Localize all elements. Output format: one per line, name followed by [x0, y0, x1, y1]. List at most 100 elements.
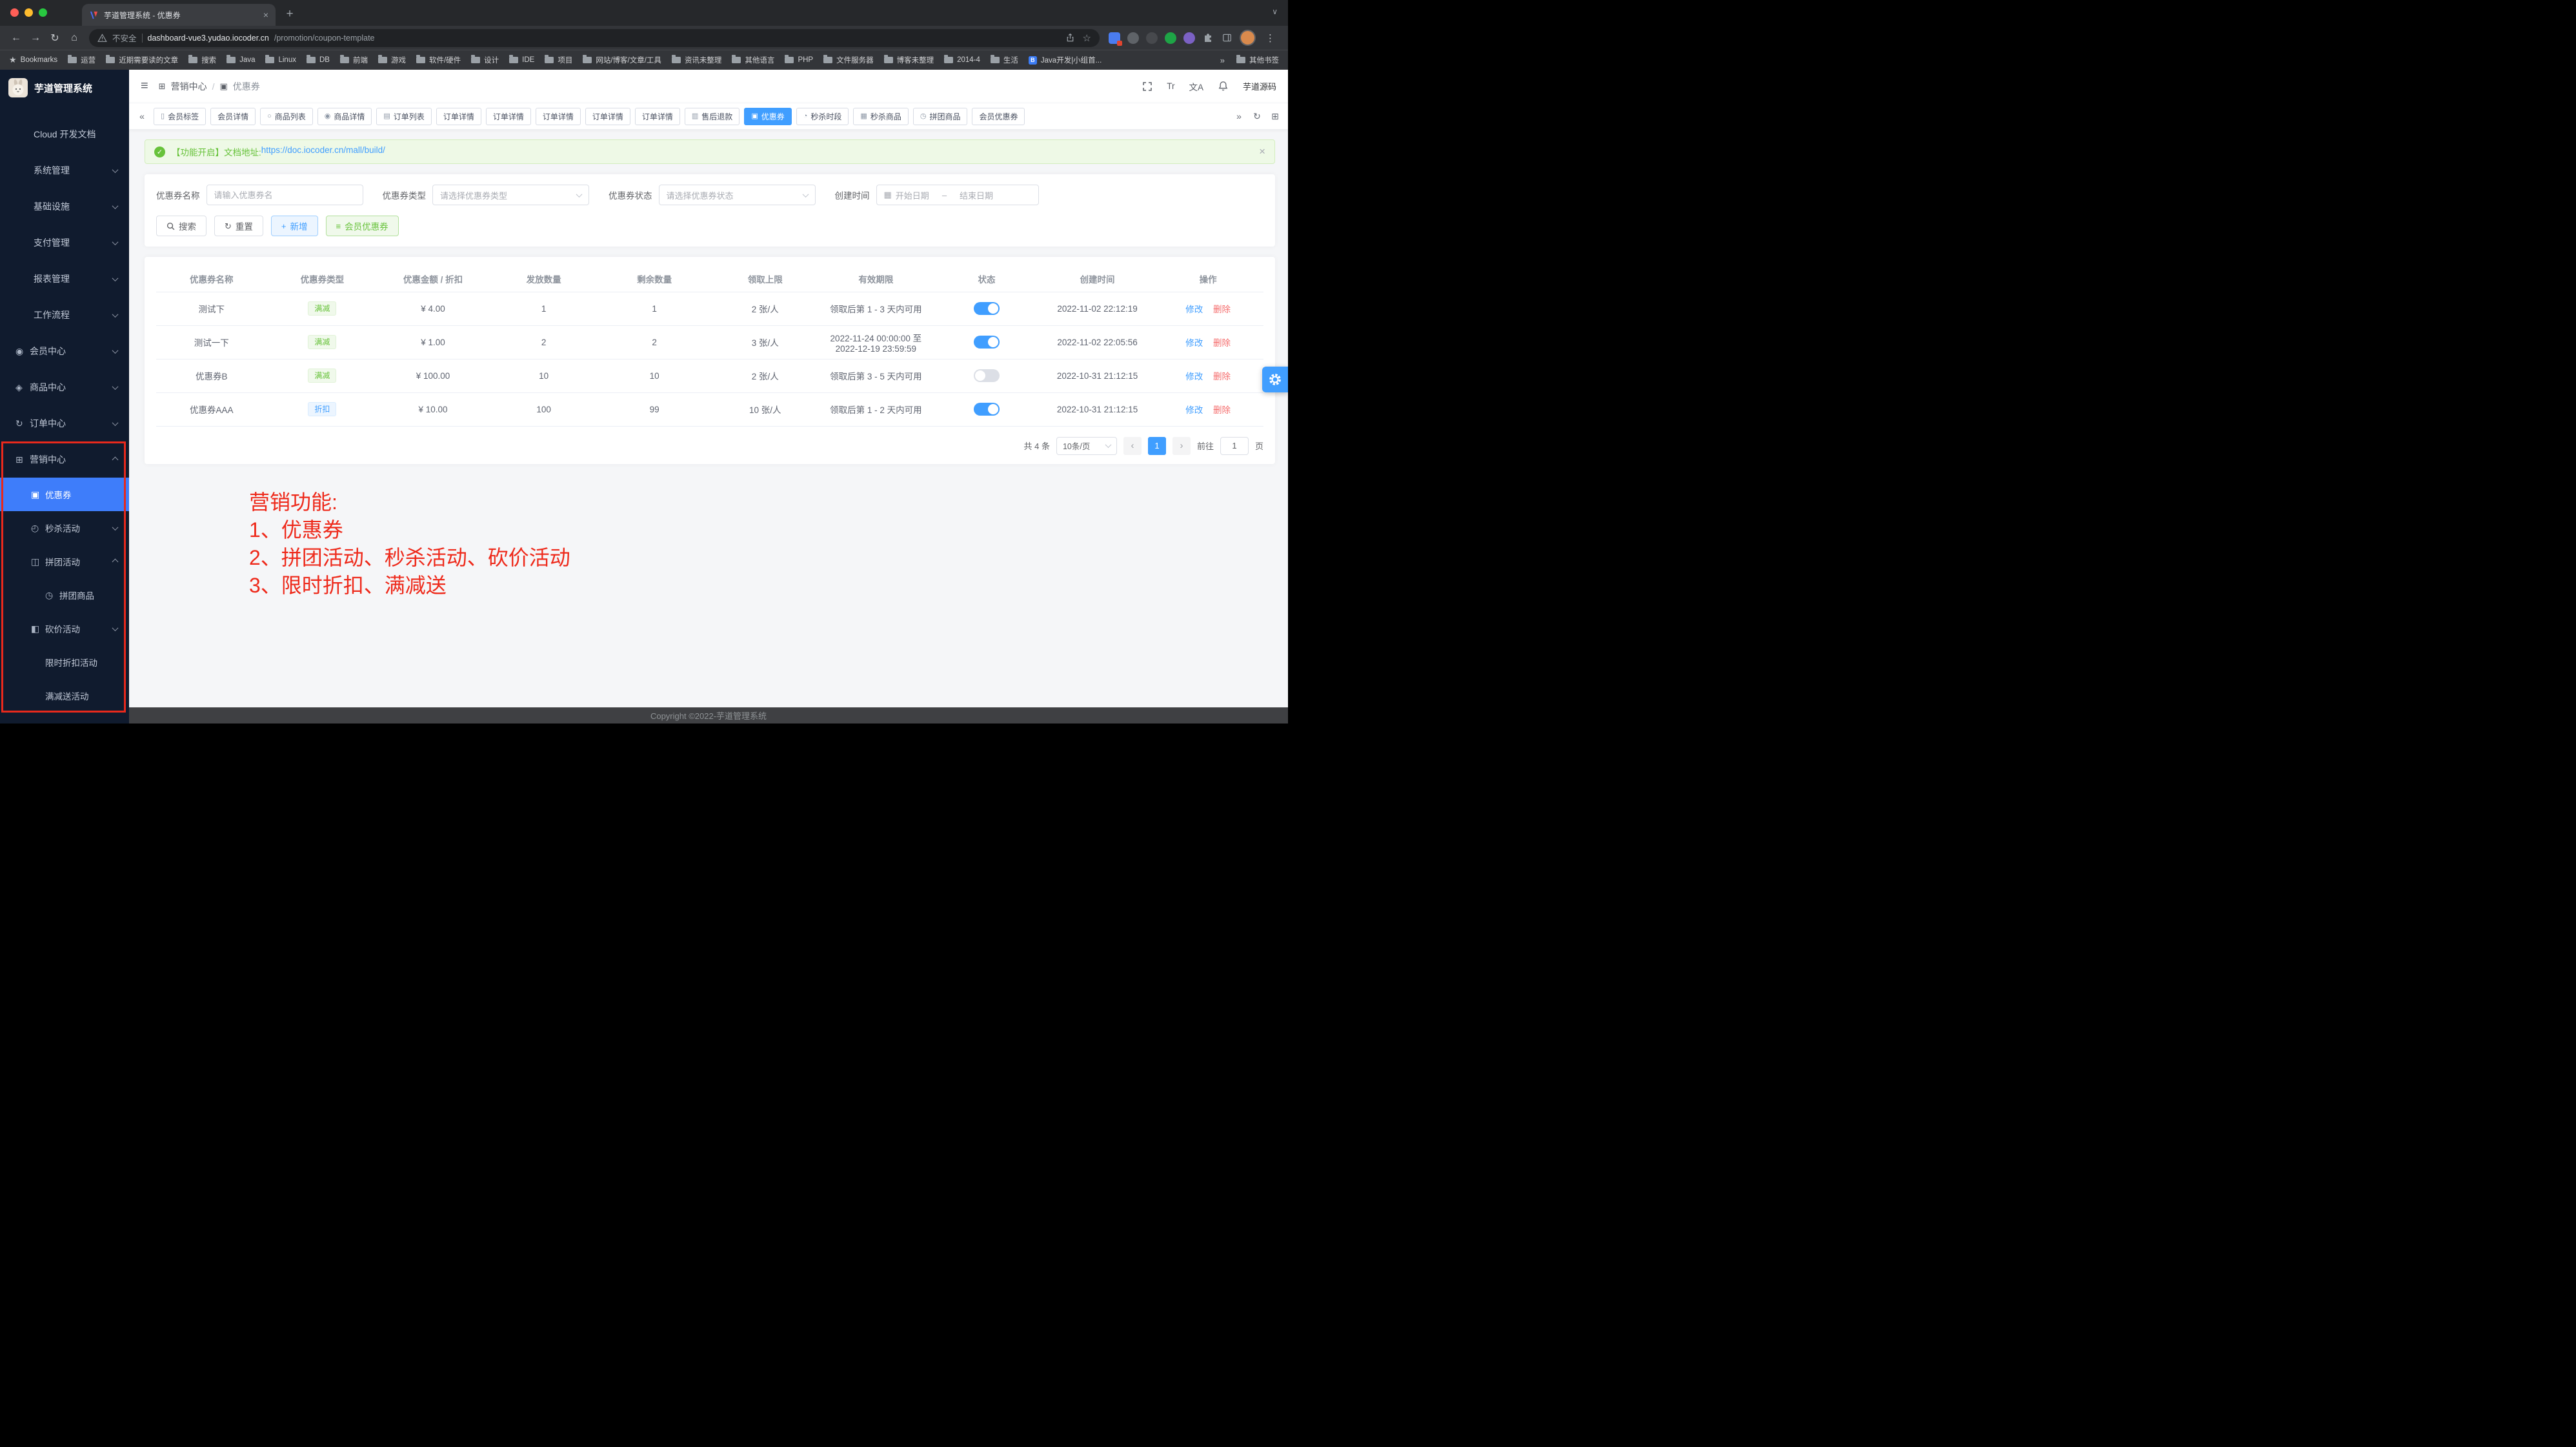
coupon-name-input[interactable] — [214, 190, 356, 200]
reload-icon[interactable]: ↻ — [45, 28, 65, 48]
font-size-icon[interactable]: Tr — [1167, 81, 1174, 91]
zoom-window-button[interactable] — [39, 8, 47, 17]
breadcrumb-first[interactable]: 营销中心 — [171, 80, 207, 93]
sidebar-item-cloud-docs[interactable]: Cloud 开发文档 — [0, 116, 129, 152]
extension-icon[interactable] — [1146, 32, 1158, 44]
edit-link[interactable]: 修改 — [1185, 405, 1203, 415]
browser-tab[interactable]: 芋道管理系统 - 优惠券 × — [82, 4, 276, 26]
bookmark-item[interactable]: Linux — [265, 56, 296, 64]
next-page-button[interactable]: › — [1172, 437, 1191, 455]
delete-link[interactable]: 删除 — [1213, 305, 1231, 314]
sidebar-item-order-center[interactable]: ↻订单中心 — [0, 405, 129, 441]
search-button[interactable]: 搜索 — [156, 216, 206, 236]
current-page-button[interactable]: 1 — [1148, 437, 1166, 455]
bookmark-item[interactable]: IDE — [509, 56, 534, 64]
browser-menu-icon[interactable]: ⋮ — [1263, 32, 1278, 44]
page-tab[interactable]: 订单详情 — [436, 108, 481, 125]
settings-fab[interactable] — [1262, 367, 1288, 392]
bookmark-item[interactable]: 网站/博客/文章/工具 — [583, 55, 661, 65]
sidebar-item-payment[interactable]: 支付管理 — [0, 225, 129, 261]
status-toggle[interactable] — [974, 336, 1000, 349]
extension-icon[interactable] — [1127, 32, 1139, 44]
extension-icon[interactable] — [1183, 32, 1195, 44]
bookmark-item[interactable]: Java — [226, 56, 255, 64]
bookmark-item[interactable]: 软件/硬件 — [416, 55, 461, 65]
bookmarks-root[interactable]: ★ Bookmarks — [9, 55, 57, 65]
alert-doc-link[interactable]: https://doc.iocoder.cn/mall/build/ — [261, 145, 385, 158]
side-panel-icon[interactable] — [1221, 32, 1233, 44]
bell-icon[interactable] — [1218, 81, 1229, 92]
page-tab[interactable]: 优惠券 — [744, 108, 791, 125]
page-tab[interactable]: 订单详情 — [635, 108, 680, 125]
page-tab[interactable]: 会员标签 — [154, 108, 206, 125]
other-bookmarks[interactable]: 其他书签 — [1236, 55, 1279, 65]
member-coupon-button[interactable]: ≡ 会员优惠券 — [326, 216, 399, 236]
back-icon[interactable]: ← — [6, 28, 26, 48]
extension-icon[interactable] — [1165, 32, 1176, 44]
page-tab[interactable]: 订单详情 — [585, 108, 630, 125]
page-tab[interactable]: 售后退款 — [685, 108, 740, 125]
bookmarks-overflow-icon[interactable]: » — [1219, 56, 1226, 65]
delete-link[interactable]: 删除 — [1213, 372, 1231, 381]
bookmark-item[interactable]: 文件服务器 — [823, 55, 874, 65]
user-name[interactable]: 芋道源码 — [1243, 80, 1276, 92]
reset-button[interactable]: ↻ 重置 — [214, 216, 263, 236]
forward-icon[interactable]: → — [26, 28, 45, 48]
page-tab[interactable]: 拼团商品 — [913, 108, 968, 125]
bookmark-item[interactable]: 其他语言 — [732, 55, 774, 65]
close-window-button[interactable] — [10, 8, 19, 17]
url-bar[interactable]: 不安全 dashboard-vue3.yudao.iocoder.cn /pro… — [89, 29, 1100, 47]
date-range-picker[interactable]: ▦ 开始日期 – 结束日期 — [876, 185, 1039, 205]
profile-avatar[interactable] — [1240, 30, 1256, 46]
tags-scroll-left-icon[interactable]: « — [136, 111, 148, 121]
status-toggle[interactable] — [974, 302, 1000, 315]
tags-menu-icon[interactable]: ⊞ — [1269, 111, 1282, 122]
page-tab[interactable]: 订单详情 — [536, 108, 581, 125]
sidebar-item-seckill[interactable]: ◴秒杀活动 — [0, 511, 129, 545]
extensions-puzzle-icon[interactable] — [1202, 32, 1214, 44]
page-tab[interactable]: 会员优惠券 — [972, 108, 1025, 125]
bookmark-item[interactable]: 近期需要读的文章 — [106, 55, 178, 65]
sidebar-item-system[interactable]: 系统管理 — [0, 152, 129, 188]
delete-link[interactable]: 删除 — [1213, 338, 1231, 348]
bookmark-star-icon[interactable]: ☆ — [1083, 32, 1091, 44]
edit-link[interactable]: 修改 — [1185, 372, 1203, 381]
sidebar-item-bargain[interactable]: ◧砍价活动 — [0, 612, 129, 645]
new-tab-button[interactable]: + — [280, 5, 299, 24]
extension-icon[interactable] — [1109, 32, 1120, 44]
page-tab[interactable]: 订单详情 — [486, 108, 531, 125]
bookmark-item[interactable]: 项目 — [545, 55, 572, 65]
page-tab[interactable]: 会员详情 — [210, 108, 256, 125]
coupon-status-select[interactable]: 请选择优惠券状态 — [659, 185, 816, 205]
page-tab[interactable]: 商品详情 — [317, 108, 372, 125]
sidebar-item-coupon[interactable]: ▣优惠券 — [0, 478, 129, 511]
share-icon[interactable] — [1065, 33, 1075, 43]
language-icon[interactable]: 文A — [1189, 80, 1203, 93]
page-tab[interactable]: 秒杀时段 — [796, 108, 849, 125]
sidebar-item-infra[interactable]: 基础设施 — [0, 188, 129, 225]
tab-search-chevron-icon[interactable]: ∨ — [1272, 7, 1278, 16]
prev-page-button[interactable]: ‹ — [1123, 437, 1142, 455]
bookmark-item[interactable]: 运营 — [68, 55, 96, 65]
sidebar-item-marketing-center[interactable]: ⊞营销中心 — [0, 441, 129, 478]
page-tab[interactable]: 秒杀商品 — [853, 108, 908, 125]
sidebar-item-time-discount[interactable]: 限时折扣活动 — [0, 645, 129, 679]
coupon-type-select[interactable]: 请选择优惠券类型 — [432, 185, 589, 205]
page-size-select[interactable]: 10条/页 — [1056, 437, 1117, 455]
add-button[interactable]: + 新增 — [271, 216, 318, 236]
app-logo[interactable]: 芋道管理系统 — [0, 70, 129, 106]
bookmark-item[interactable]: 设计 — [471, 55, 499, 65]
edit-link[interactable]: 修改 — [1185, 305, 1203, 314]
bookmark-item[interactable]: 游戏 — [378, 55, 406, 65]
delete-link[interactable]: 删除 — [1213, 405, 1231, 415]
status-toggle[interactable] — [974, 403, 1000, 416]
bookmark-item[interactable]: 生活 — [991, 55, 1018, 65]
bookmark-item[interactable]: 2014-4 — [944, 56, 980, 64]
tags-scroll-right-icon[interactable]: » — [1233, 111, 1245, 121]
home-icon[interactable]: ⌂ — [65, 28, 84, 48]
bookmark-item[interactable]: DB — [307, 56, 330, 64]
bookmark-item[interactable]: 博客未整理 — [884, 55, 934, 65]
page-tab[interactable]: 订单列表 — [376, 108, 431, 125]
tags-refresh-icon[interactable]: ↻ — [1251, 111, 1263, 122]
page-tab[interactable]: 商品列表 — [260, 108, 313, 125]
